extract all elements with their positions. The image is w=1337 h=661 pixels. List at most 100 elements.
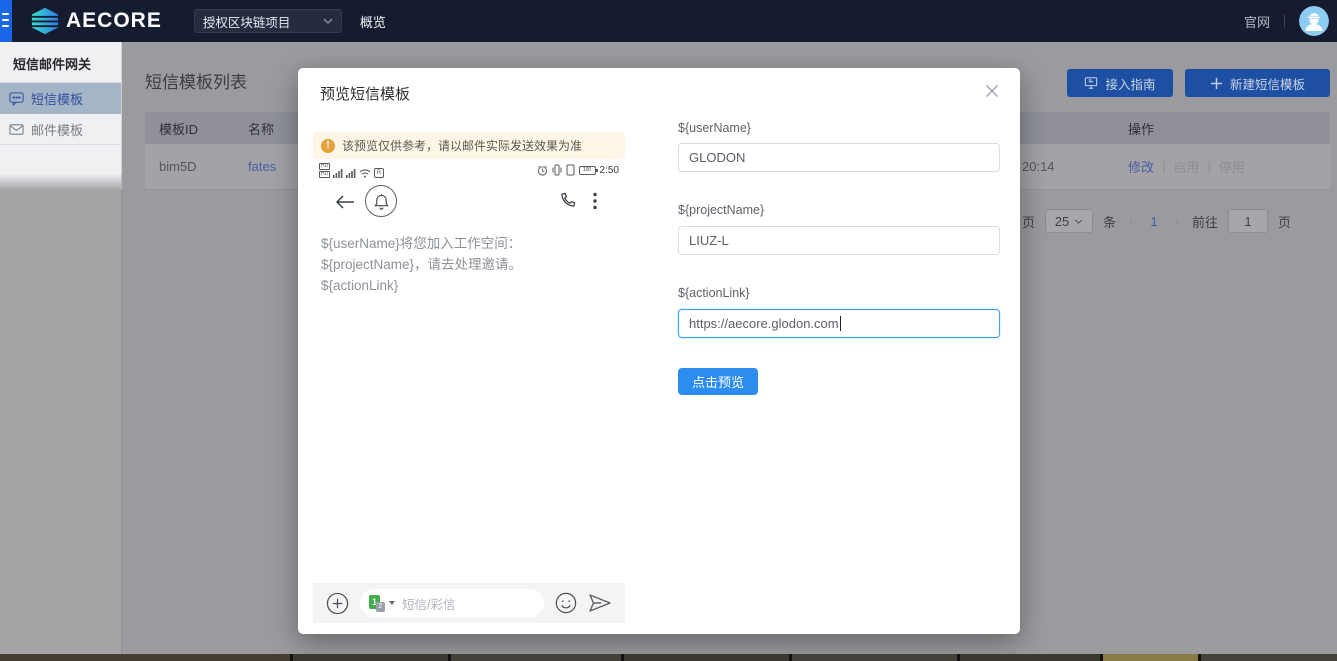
guide-button[interactable]: 接入指南	[1067, 69, 1173, 97]
sidebar: 短信邮件网关 短信模板 邮件模板	[0, 42, 122, 174]
status-time: 2:50	[600, 165, 619, 176]
vibrate-icon	[552, 164, 562, 176]
user-avatar[interactable]	[1299, 6, 1329, 36]
sidebar-item-label: 短信模板	[31, 89, 83, 108]
sms-input-placeholder: 短信/彩信	[402, 594, 455, 613]
app-menu-icon[interactable]	[0, 0, 12, 42]
battery-icon: 100	[579, 166, 596, 175]
cell-time: 20:14	[1022, 144, 1055, 189]
alarm-icon	[537, 165, 548, 176]
column-name: 名称	[248, 112, 274, 144]
sms-line: ${projectName}，请去处理邀请。	[321, 254, 617, 275]
taskbar-strip	[0, 654, 1337, 661]
sms-message-body: ${userName}将您加入工作空间： ${projectName}，请去处理…	[321, 233, 617, 296]
cell-template-id: bim5D	[159, 144, 197, 189]
close-icon[interactable]	[984, 83, 1000, 99]
phone-preview: HD HD R 100 2:50	[313, 159, 625, 623]
actionlink-input[interactable]: https://aecore.glodon.com	[678, 309, 1000, 338]
nfc-badge-icon: R	[374, 168, 383, 178]
brand-logo: AECORE	[30, 7, 162, 35]
sms-compose-input[interactable]: 1 2 短信/彩信	[360, 589, 544, 617]
preview-button[interactable]: 点击预览	[678, 368, 758, 395]
mail-icon	[9, 122, 24, 137]
nav-overview-label[interactable]: 概览	[360, 12, 386, 31]
plus-icon	[1210, 77, 1223, 90]
projectname-value: LIUZ-L	[689, 233, 729, 248]
official-site-link[interactable]: 官网	[1244, 12, 1270, 31]
text-caret	[840, 316, 841, 331]
emoji-icon[interactable]	[555, 592, 577, 614]
sim-selector-icon[interactable]: 1 2	[369, 595, 385, 612]
app-root: AECORE 授权区块链项目 概览 官网 短信邮件网关	[0, 0, 1337, 661]
prev-page-button[interactable]: ‹	[1126, 214, 1136, 229]
action-separator: |	[1207, 159, 1210, 174]
hd-badge-icon: HD	[319, 163, 330, 170]
goto-page-input[interactable]: 1	[1228, 209, 1268, 233]
guide-button-label: 接入指南	[1105, 74, 1155, 93]
nav-divider	[1284, 14, 1285, 28]
projectname-label: ${projectName}	[678, 203, 764, 217]
sms-bubble-icon	[9, 91, 24, 106]
call-icon[interactable]	[558, 191, 577, 210]
create-template-button[interactable]: 新建短信模板	[1185, 69, 1330, 97]
sms-line: ${actionLink}	[321, 275, 617, 296]
actionlink-label: ${actionLink}	[678, 286, 750, 300]
sidebar-item-label: 邮件模板	[31, 120, 83, 139]
action-edit[interactable]: 修改	[1128, 157, 1154, 176]
goto-unit-label: 页	[1278, 212, 1291, 231]
column-template-id: 模板ID	[159, 112, 198, 144]
cell-actions: 修改 | 启用 | 停用	[1128, 144, 1245, 189]
plus-circle-icon[interactable]	[326, 592, 349, 615]
sim-caret-icon	[389, 601, 395, 605]
phone-header	[313, 183, 625, 223]
project-select-value: 授权区块链项目	[203, 12, 323, 31]
action-enable[interactable]: 启用	[1173, 157, 1199, 176]
page-size-value: 25	[1055, 214, 1069, 229]
next-page-button[interactable]: ›	[1172, 214, 1182, 229]
page-title: 短信模板列表	[145, 68, 247, 93]
actionlink-value: https://aecore.glodon.com	[689, 316, 839, 331]
signal-bars-icon	[346, 168, 356, 178]
status-right-icons: 100 2:50	[537, 164, 619, 176]
wifi-icon	[359, 168, 371, 178]
username-input[interactable]: GLODON	[678, 143, 1000, 172]
action-disable[interactable]: 停用	[1219, 157, 1245, 176]
hd-badge-icon: HD	[319, 171, 330, 178]
signal-bars-icon	[333, 168, 343, 178]
modal-title: 预览短信模板	[320, 83, 410, 104]
warning-banner: ! 该预览仅供参考，请以邮件实际发送效果为准	[313, 132, 625, 159]
chevron-down-icon	[323, 18, 333, 24]
page-size-select[interactable]: 25	[1045, 209, 1093, 233]
top-navbar: AECORE 授权区块链项目 概览 官网	[0, 0, 1337, 42]
sim2-badge: 2	[376, 602, 385, 612]
preview-sms-modal: 预览短信模板 ! 该预览仅供参考，请以邮件实际发送效果为准 HD HD R	[298, 68, 1020, 634]
logo-text: AECORE	[66, 9, 162, 33]
pagination: 页 25 条 ‹ 1 › 前往 1 页	[1022, 208, 1291, 234]
cell-name-link[interactable]: fates	[248, 144, 276, 189]
phone-input-bar: 1 2 短信/彩信	[313, 583, 625, 623]
phone-outline-icon	[566, 164, 575, 176]
sidebar-item-sms-template[interactable]: 短信模板	[0, 83, 121, 114]
sidebar-fade	[0, 174, 122, 190]
project-select[interactable]: 授权区块链项目	[194, 9, 342, 33]
more-menu-icon[interactable]	[593, 192, 597, 210]
bell-icon[interactable]	[365, 185, 397, 217]
logo-cube-icon	[30, 7, 60, 35]
projectname-input[interactable]: LIUZ-L	[678, 226, 1000, 255]
per-page-label: 页	[1022, 212, 1035, 231]
guide-icon	[1084, 76, 1098, 90]
sidebar-item-mail-template[interactable]: 邮件模板	[0, 114, 121, 145]
username-value: GLODON	[689, 150, 745, 165]
warning-icon: !	[321, 139, 335, 153]
unit-label: 条	[1103, 212, 1116, 231]
status-left-icons: HD HD R	[319, 163, 384, 178]
action-separator: |	[1162, 159, 1165, 174]
send-icon[interactable]	[588, 593, 612, 613]
sidebar-title: 短信邮件网关	[0, 42, 121, 83]
username-label: ${userName}	[678, 121, 751, 135]
current-page[interactable]: 1	[1146, 214, 1161, 229]
back-arrow-icon[interactable]	[335, 194, 355, 210]
chevron-down-icon	[1074, 219, 1083, 224]
sms-line: ${userName}将您加入工作空间：	[321, 233, 617, 254]
create-button-label: 新建短信模板	[1230, 74, 1305, 93]
